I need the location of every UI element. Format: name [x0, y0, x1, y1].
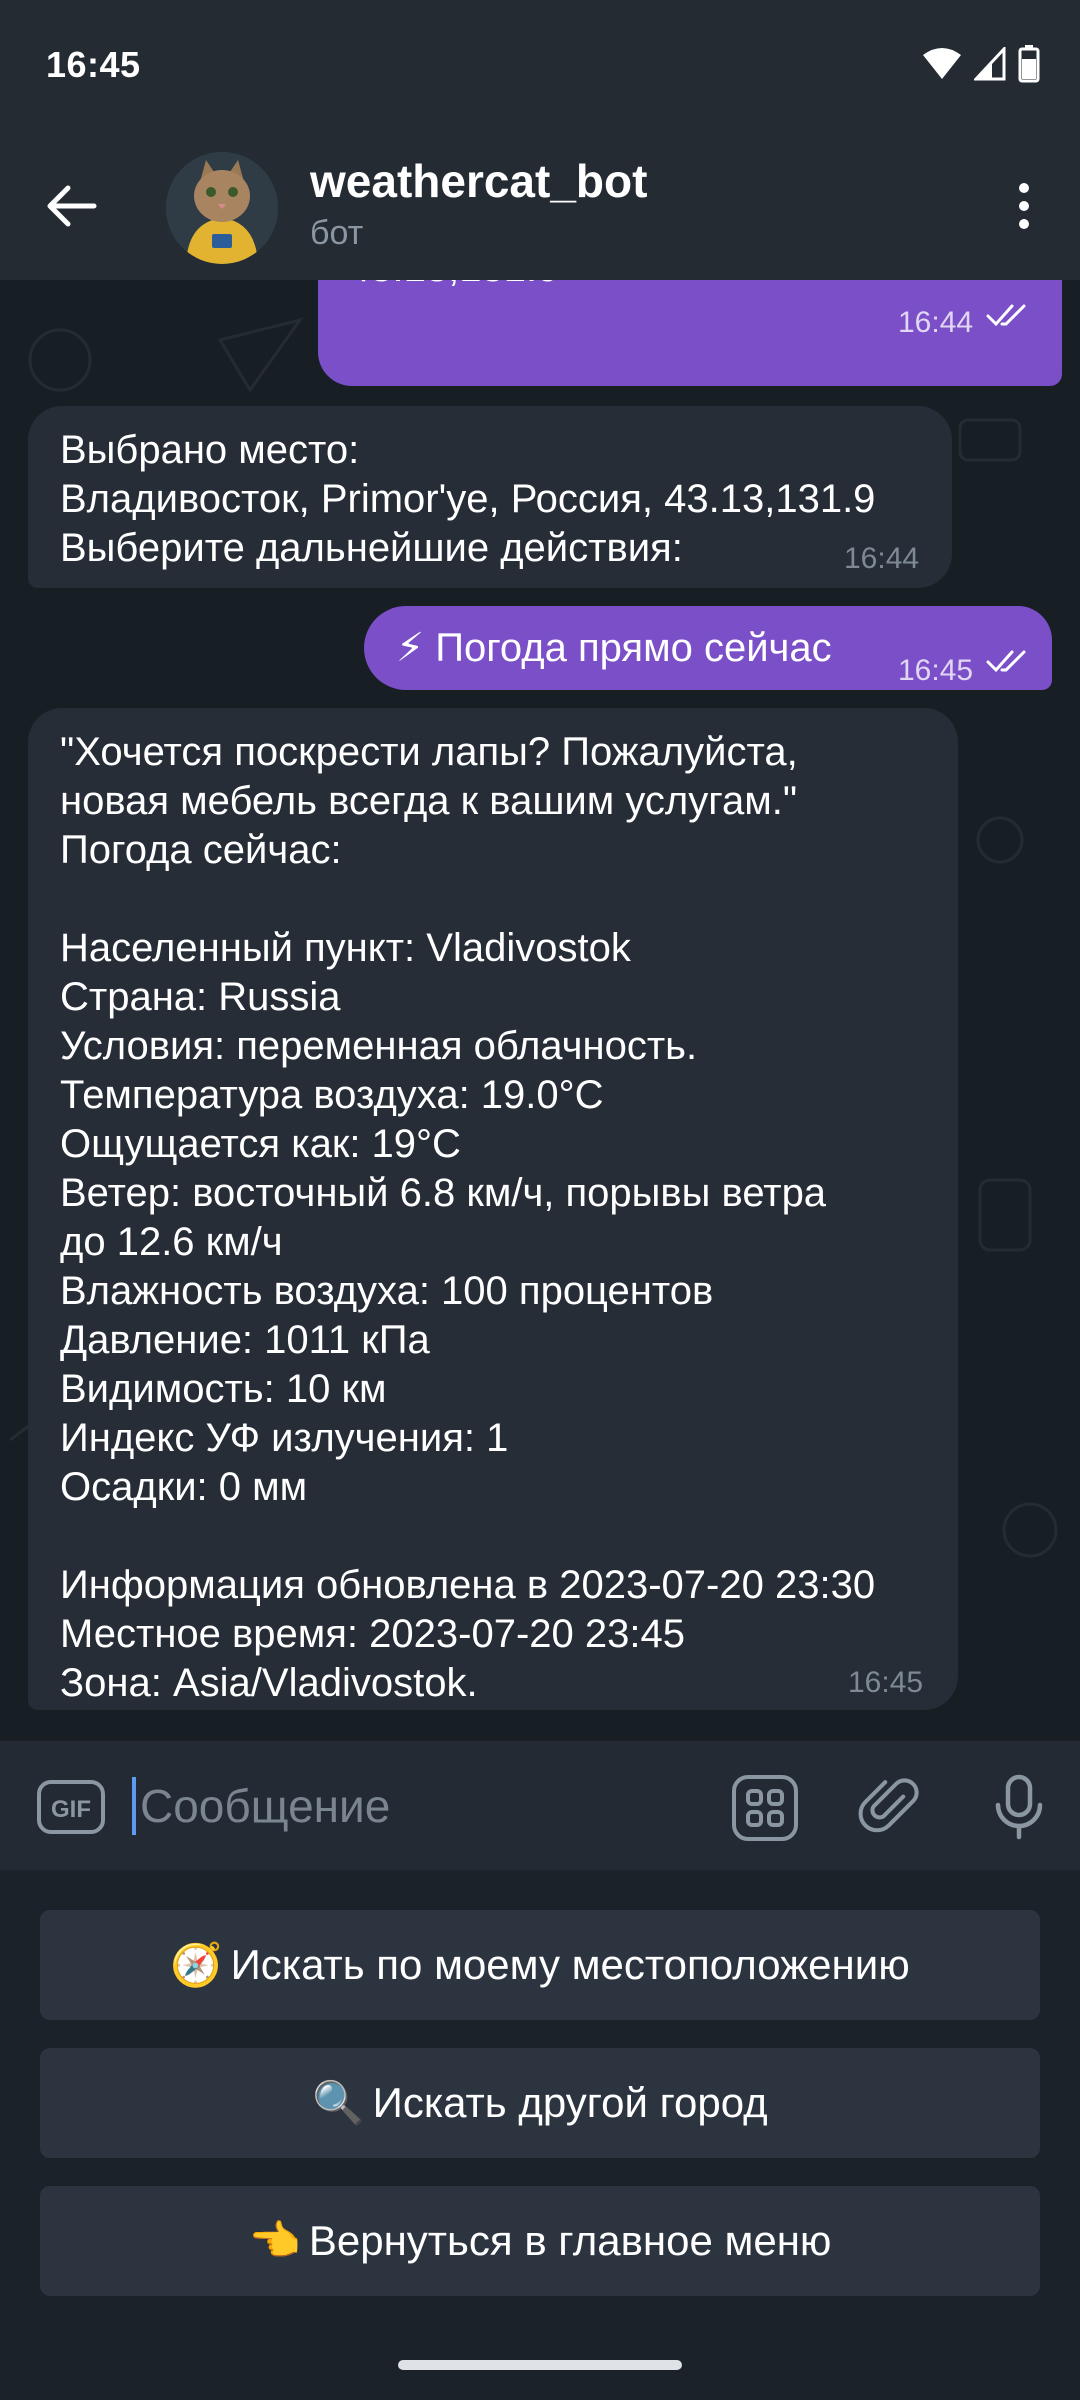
home-gesture-bar[interactable] — [398, 2360, 682, 2370]
main-menu-button[interactable]: 👈 Вернуться в главное меню — [40, 2186, 1040, 2296]
message-time: 16:45 — [848, 1666, 924, 1699]
weather-line — [60, 1512, 875, 1561]
incoming-weather-message[interactable]: "Хочется поскрести лапы? Пожалуйста, нова… — [28, 708, 958, 1710]
weather-line: Населенный пункт: Vladivostok — [60, 926, 631, 970]
chat-title[interactable]: weathercat_bot — [310, 154, 647, 208]
message-text: ⚡ Погода прямо сейчас — [396, 626, 832, 670]
bot-keyboard: 🧭 Искать по моему местоположению 🔍 Искат… — [0, 1870, 1080, 2338]
gif-icon[interactable]: GIF — [36, 1779, 106, 1835]
weather-line: Осадки: 0 мм — [60, 1465, 308, 1509]
text-cursor — [132, 1777, 136, 1835]
status-time: 16:45 — [46, 44, 141, 85]
button-label: Искать другой город — [372, 2079, 768, 2126]
weather-line: Страна: Russia — [60, 975, 341, 1019]
back-arrow-icon[interactable] — [40, 174, 104, 238]
weather-line: Индекс УФ излучения: 1 — [60, 1416, 509, 1460]
weather-line: Ощущается как: 19°C — [60, 1122, 461, 1166]
system-nav-bar — [0, 2338, 1080, 2400]
search-other-city-button[interactable]: 🔍 Искать другой город — [40, 2048, 1040, 2158]
message-time: 16:44 — [898, 306, 974, 339]
weather-line: до 12.6 км/ч — [60, 1220, 283, 1264]
chat-subtitle: бот — [310, 214, 364, 252]
gif-label: GIF — [51, 1796, 91, 1823]
weather-line: Температура воздуха: 19.0°C — [60, 1073, 604, 1117]
more-vertical-icon[interactable] — [992, 174, 1056, 238]
outgoing-message[interactable]: ⚡ Погода прямо сейчас 16:45 — [364, 606, 1052, 690]
message-text: Выбрано место: Владивосток, Primor'ye, Р… — [60, 428, 876, 570]
outgoing-message[interactable]: 43.13,131.9 16:44 — [318, 280, 1062, 386]
weather-line: "Хочется поскрести лапы? Пожалуйста, — [60, 730, 798, 774]
message-time: 16:44 — [844, 542, 920, 575]
paperclip-icon[interactable] — [856, 1771, 926, 1841]
weather-line: Зона: Asia/Vladivostok. — [60, 1661, 478, 1705]
magnifier-icon: 🔍 — [312, 2078, 365, 2126]
weather-line: Информация обновлена в 2023-07-20 23:30 — [60, 1563, 876, 1607]
message-text: 43.13,131.9 — [348, 280, 559, 293]
weather-line: Местное время: 2023-07-20 23:45 — [60, 1612, 685, 1656]
battery-icon — [1018, 45, 1040, 83]
keyboard-grid-icon[interactable] — [730, 1773, 800, 1843]
message-time: 16:45 — [898, 654, 974, 687]
compass-icon: 🧭 — [170, 1940, 223, 1988]
search-by-location-button[interactable]: 🧭 Искать по моему местоположению — [40, 1910, 1040, 2020]
weather-line: Условия: переменная облачность. — [60, 1024, 698, 1068]
chat-header: weathercat_bot бот — [0, 134, 1080, 280]
avatar[interactable] — [166, 152, 278, 264]
incoming-message[interactable]: Выбрано место: Владивосток, Primor'ye, Р… — [28, 406, 952, 588]
message-input-bar: GIF — [0, 1740, 1080, 1870]
cat-avatar-icon — [166, 152, 278, 264]
message-input[interactable] — [140, 1771, 700, 1841]
button-label: Искать по моему местоположению — [230, 1941, 910, 1988]
wifi-icon — [923, 48, 961, 79]
weather-line: Ветер: восточный 6.8 км/ч, порывы ветра — [60, 1171, 827, 1215]
weather-line: Видимость: 10 км — [60, 1367, 387, 1411]
weather-line — [60, 875, 875, 924]
chat-area[interactable]: 43.13,131.9 16:44 Выбрано место: Владиво… — [0, 280, 1080, 1740]
button-label: Вернуться в главное меню — [308, 2217, 832, 2264]
pointing-hand-icon: 👈 — [248, 2216, 301, 2264]
status-icons — [922, 44, 1040, 84]
weather-line: новая мебель всегда к вашим услугам." — [60, 779, 798, 823]
weather-line: Влажность воздуха: 100 процентов — [60, 1269, 714, 1313]
weather-line: Погода сейчас: — [60, 828, 342, 872]
weather-report: "Хочется поскрести лапы? Пожалуйста, нова… — [60, 728, 875, 1708]
double-check-icon — [986, 304, 1026, 327]
microphone-icon[interactable] — [984, 1771, 1054, 1841]
signal-icon — [974, 47, 1006, 81]
weather-line: Давление: 1011 кПа — [60, 1318, 430, 1362]
status-bar: 16:45 — [0, 0, 1080, 134]
double-check-icon — [986, 650, 1026, 673]
